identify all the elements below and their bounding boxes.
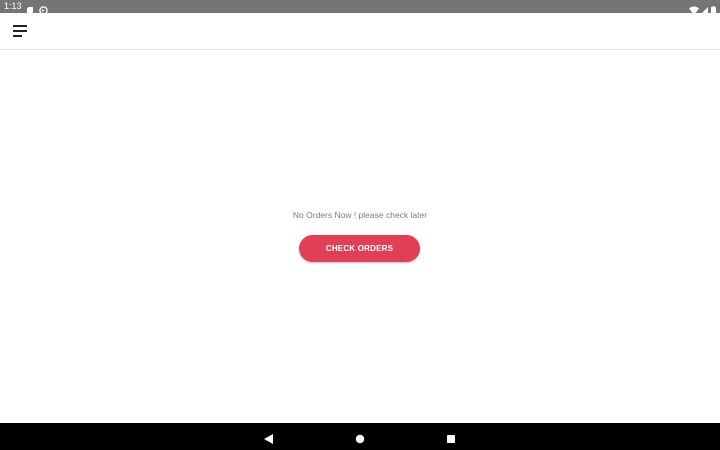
navigation-bar (0, 423, 720, 450)
battery-icon (711, 2, 716, 15)
sync-icon (39, 2, 48, 15)
app-bar (0, 13, 720, 50)
menu-button[interactable] (8, 19, 32, 43)
menu-icon (13, 25, 27, 37)
wifi-icon (689, 2, 699, 15)
home-icon[interactable] (355, 431, 365, 444)
status-time: 1:13 (4, 1, 22, 11)
sd-card-icon (27, 2, 33, 15)
status-bar: 1:13 (0, 0, 720, 15)
empty-orders-message: No Orders Now ! please check later (292, 210, 428, 220)
back-icon[interactable] (264, 431, 273, 444)
signal-icon (700, 2, 708, 15)
recents-icon[interactable] (446, 431, 456, 443)
check-orders-button[interactable]: CHECK ORDERS (299, 235, 420, 262)
main-content: No Orders Now ! please check later CHECK… (0, 50, 720, 423)
